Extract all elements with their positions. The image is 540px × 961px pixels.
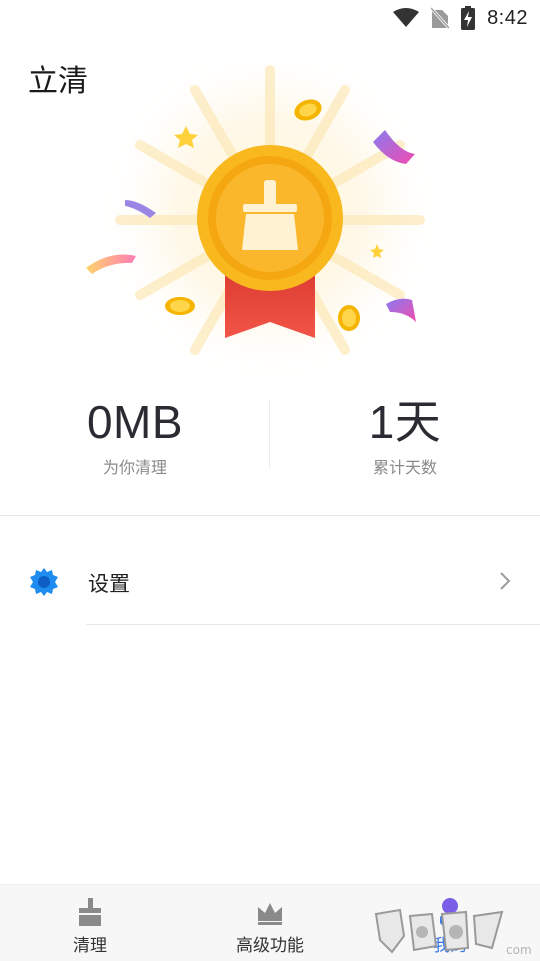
nav-label-premium: 高级功能	[236, 936, 304, 956]
section-divider	[0, 515, 540, 516]
nav-item-premium[interactable]: 高级功能	[180, 885, 360, 961]
days-label: 累计天数	[372, 458, 437, 477]
days-value: 1天	[368, 396, 442, 448]
stat-cleaned: 0MB 为你清理	[0, 392, 270, 478]
medal-illustration	[70, 45, 470, 395]
nav-item-clean[interactable]: 清理	[0, 885, 180, 961]
watermark-logo: com	[374, 908, 532, 957]
crown-icon	[258, 903, 282, 925]
broom-icon	[79, 898, 101, 926]
svg-text:com: com	[506, 943, 532, 957]
status-icons: 8:42	[393, 6, 528, 30]
medal-broom-icon	[86, 45, 445, 395]
chevron-right-icon	[500, 572, 511, 590]
status-bar: 8:42	[0, 0, 540, 36]
no-sim-icon	[431, 7, 450, 29]
gear-icon	[30, 568, 58, 596]
cleaned-value: 0MB	[86, 396, 184, 448]
stat-days: 1天 累计天数	[270, 392, 540, 478]
wifi-icon	[393, 8, 420, 27]
cleaned-label: 为你清理	[102, 458, 167, 477]
status-time: 8:42	[487, 6, 528, 29]
settings-label: 设置	[88, 572, 130, 596]
settings-divider	[86, 624, 540, 625]
stats-panel: 0MB 为你清理 1天 累计天数	[0, 392, 540, 488]
settings-row[interactable]: 设置	[0, 548, 540, 620]
battery-charging-icon	[461, 6, 476, 30]
nav-label-clean: 清理	[73, 936, 107, 956]
